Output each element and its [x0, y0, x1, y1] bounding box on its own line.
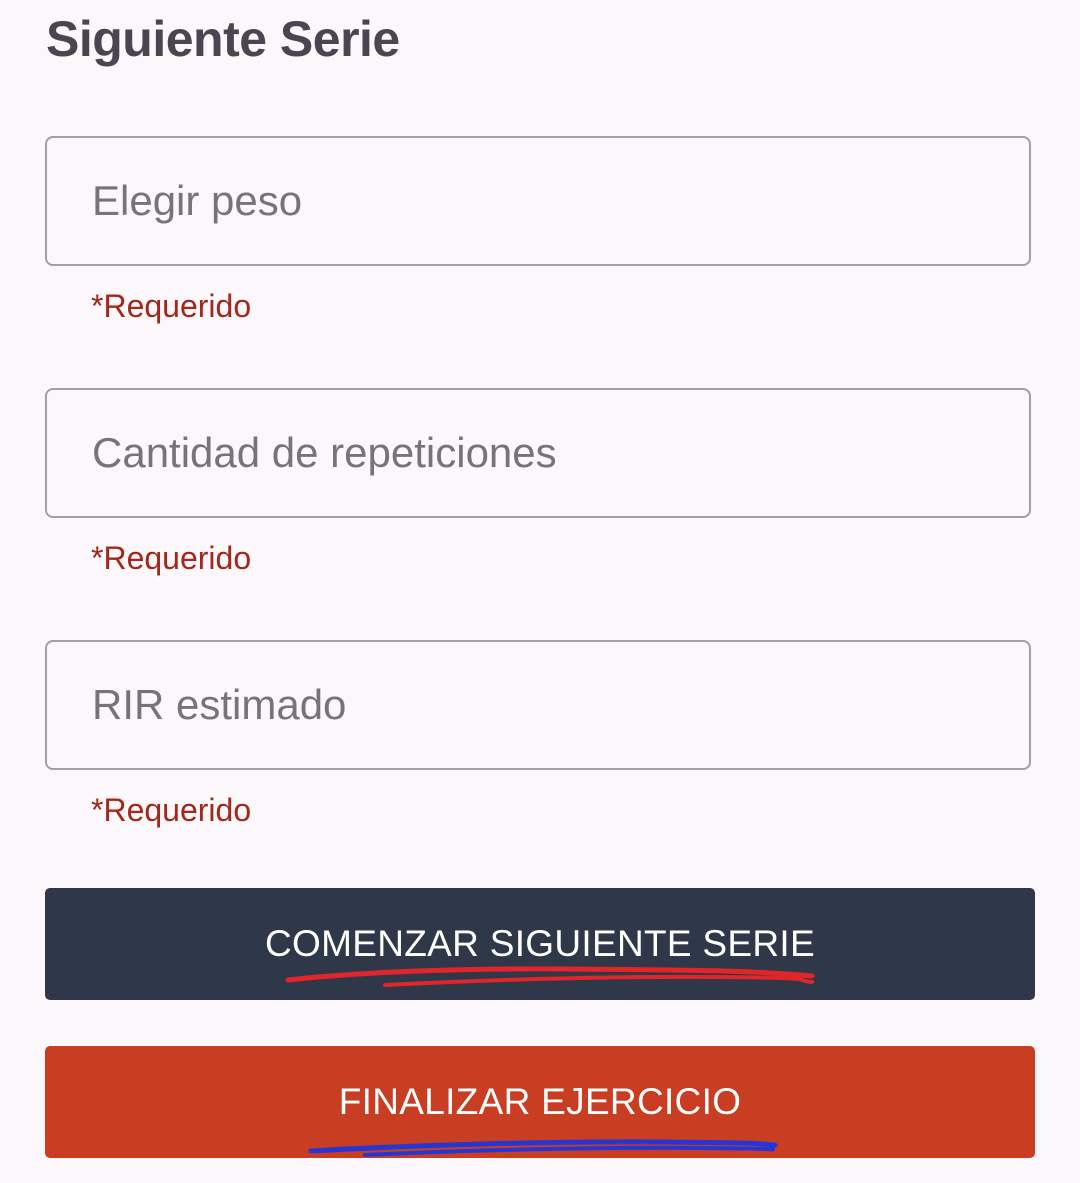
rir-input[interactable] [47, 642, 1029, 768]
start-next-set-button[interactable]: COMENZAR SIGUIENTE SERIE [45, 888, 1035, 1000]
finish-exercise-button[interactable]: FINALIZAR EJERCICIO [45, 1046, 1035, 1158]
rir-field[interactable] [45, 640, 1031, 770]
weight-required-text: *Requerido [91, 288, 252, 324]
finish-exercise-label: FINALIZAR EJERCICIO [338, 1081, 742, 1122]
page-title: Siguiente Serie [46, 11, 400, 67]
weight-field[interactable] [45, 136, 1031, 266]
rir-required-text: *Requerido [91, 792, 252, 828]
repetitions-field[interactable] [45, 388, 1031, 518]
repetitions-required-text: *Requerido [91, 540, 252, 576]
weight-input[interactable] [47, 138, 1029, 264]
repetitions-input[interactable] [47, 390, 1029, 516]
start-next-set-label: COMENZAR SIGUIENTE SERIE [265, 923, 815, 964]
